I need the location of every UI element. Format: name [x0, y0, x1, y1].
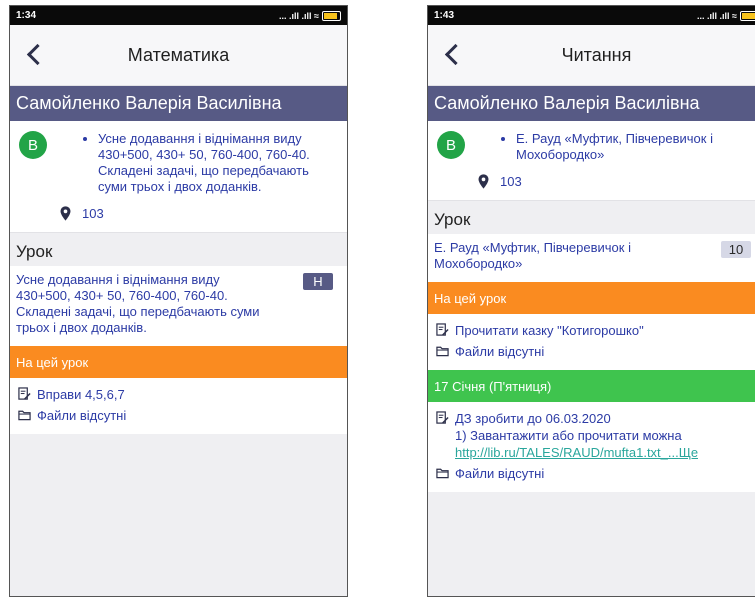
signal-icon: ... .ıll .ıll ≈ — [279, 10, 319, 21]
homework-band: На цей урок — [10, 346, 347, 378]
files-row: Файли відсутні — [16, 405, 341, 426]
battery-icon — [322, 10, 341, 21]
status-time: 1:43 — [434, 10, 455, 21]
homework-text: Прочитати казку "Котигорошко" — [455, 323, 644, 338]
folder-icon — [436, 468, 449, 479]
lesson-row[interactable]: Усне додавання і віднімання виду 430+500… — [10, 266, 347, 346]
status-bar: 1:43 ... .ıll .ıll ≈ — [428, 6, 755, 25]
folder-icon — [18, 410, 31, 421]
assignment-block: ДЗ зробити до 06.03.2020 1) Завантажити … — [428, 402, 755, 492]
topic-list: Усне додавання і віднімання виду 430+500… — [80, 131, 337, 195]
files-row: Файли відсутні — [434, 341, 755, 362]
due-date-text: ДЗ зробити до 06.03.2020 — [455, 411, 611, 426]
location-pin-icon — [60, 206, 71, 221]
status-icons: ... .ıll .ıll ≈ — [697, 10, 755, 21]
assignment-content: ДЗ зробити до 06.03.2020 1) Завантажити … — [455, 410, 698, 461]
folder-icon — [436, 346, 449, 357]
grade-badge: Н — [303, 273, 333, 290]
avatar: В — [19, 131, 47, 159]
homework-row: Вправи 4,5,6,7 — [16, 384, 341, 405]
room-number: 103 — [82, 206, 104, 221]
files-text: Файли відсутні — [455, 344, 545, 359]
phone-screen-mathematics: 1:34 ... .ıll .ıll ≈ Математика Самойлен… — [9, 5, 348, 597]
room-row: 103 — [57, 205, 337, 222]
edit-note-icon — [436, 411, 449, 424]
topic-item: Е. Рауд «Муфтик, Півчеревичок і Мохоборо… — [516, 131, 755, 163]
files-text: Файли відсутні — [37, 408, 127, 423]
edit-note-icon — [436, 323, 449, 336]
room-number: 103 — [500, 174, 522, 189]
room-row: 103 — [475, 173, 755, 190]
lesson-row[interactable]: Е. Рауд «Муфтик, Півчеревичок і Мохоборо… — [428, 234, 755, 282]
status-time: 1:34 — [16, 10, 37, 21]
phone-screen-reading: 1:43 ... .ıll .ıll ≈ Читання Самойленко … — [427, 5, 755, 597]
page-title: Математика — [127, 44, 230, 65]
homework-band: На цей урок — [428, 282, 755, 314]
topic-item: Усне додавання і віднімання виду 430+500… — [98, 131, 337, 195]
app-bar: Читання — [428, 25, 755, 86]
lesson-heading: Урок — [10, 233, 347, 266]
homework-block: Прочитати казку "Котигорошко" Файли відс… — [428, 314, 755, 370]
page-title: Читання — [561, 44, 632, 65]
homework-block: Вправи 4,5,6,7 Файли відсутні — [10, 378, 347, 434]
lesson-topic: Усне додавання і віднімання виду 430+500… — [16, 272, 260, 335]
lesson-heading: Урок — [428, 201, 755, 234]
files-text: Файли відсутні — [455, 466, 545, 481]
app-bar: Математика — [10, 25, 347, 86]
student-name-bar: Самойленко Валерія Василівна — [10, 86, 347, 121]
status-bar: 1:34 ... .ıll .ıll ≈ — [10, 6, 347, 25]
back-arrow-icon[interactable] — [24, 41, 48, 67]
back-arrow-icon[interactable] — [442, 41, 466, 67]
files-row: Файли відсутні — [434, 463, 755, 484]
signal-icon: ... .ıll .ıll ≈ — [697, 10, 737, 21]
date-band: 17 Січня (П'ятниця) — [428, 370, 755, 402]
assignment-instruction: 1) Завантажити або прочитати можна — [455, 428, 682, 443]
grade-badge: 10 — [721, 241, 751, 258]
edit-note-icon — [18, 387, 31, 400]
lesson-info-card: В Е. Рауд «Муфтик, Півчеревичок і Мохобо… — [428, 121, 755, 201]
lesson-info-card: В Усне додавання і віднімання виду 430+5… — [10, 121, 347, 233]
homework-row: Прочитати казку "Котигорошко" — [434, 320, 755, 341]
lesson-topic: Е. Рауд «Муфтик, Півчеревичок і Мохоборо… — [434, 240, 631, 271]
battery-icon — [740, 10, 755, 21]
location-pin-icon — [478, 174, 489, 189]
status-icons: ... .ıll .ıll ≈ — [279, 10, 341, 21]
topic-list: Е. Рауд «Муфтик, Півчеревичок і Мохоборо… — [498, 131, 755, 163]
assignment-row: ДЗ зробити до 06.03.2020 1) Завантажити … — [434, 408, 755, 463]
homework-text: Вправи 4,5,6,7 — [37, 387, 125, 402]
student-name-bar: Самойленко Валерія Василівна — [428, 86, 755, 121]
avatar: В — [437, 131, 465, 159]
resource-link[interactable]: http://lib.ru/TALES/RAUD/mufta1.txt_...Щ… — [455, 444, 698, 461]
